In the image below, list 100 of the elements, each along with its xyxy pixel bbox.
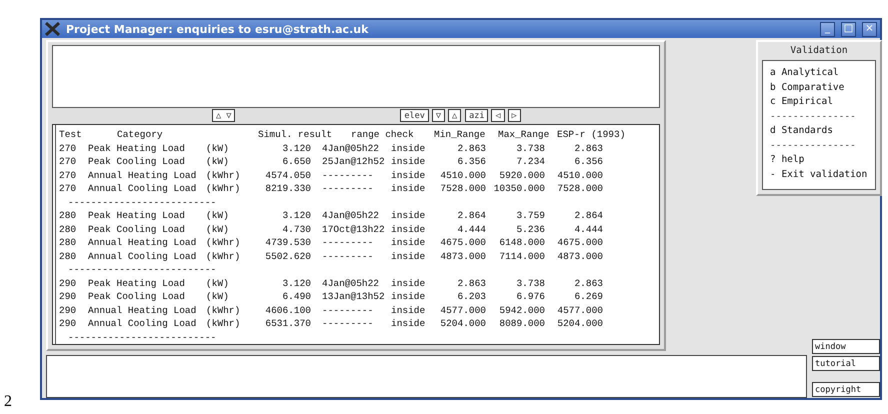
- window-button[interactable]: window: [812, 339, 880, 354]
- table-cell-text: 6.203: [456, 291, 486, 302]
- table-cell-text: 2.863: [573, 278, 603, 289]
- table-cell-text: 270: [59, 170, 78, 181]
- table-cell-text: Peak Cooling Load: [88, 224, 186, 235]
- table-cell-text: 5942.000: [498, 304, 545, 316]
- table-cell-text: Annual Heating Load: [88, 170, 198, 181]
- table-cell-text: 270: [59, 156, 78, 168]
- table-cell-text: Annual Cooling Load: [88, 183, 198, 194]
- table-cell-text: 4739.530: [264, 237, 311, 248]
- table-cell-text: inside: [391, 210, 426, 222]
- table-cell-text: (kWhr): [206, 304, 242, 316]
- menu-item[interactable]: ? help: [770, 153, 875, 168]
- view-button[interactable]: elev: [400, 109, 429, 122]
- menu-item[interactable]: a Analytical: [770, 66, 875, 80]
- table-cell-text: 5204.000: [556, 318, 603, 330]
- table-cell-text: 4873.000: [439, 250, 486, 262]
- table-cell-text: 280: [59, 210, 78, 222]
- scrollbar[interactable]: [53, 125, 56, 344]
- table-cell-text: 6148.000: [498, 237, 545, 248]
- view-button[interactable]: △: [448, 109, 462, 122]
- table-cell-text: 2.864: [456, 210, 486, 222]
- text-input-field[interactable]: [46, 355, 807, 398]
- table-cell-text: ---------: [321, 304, 374, 316]
- table-cell-text: ---------: [321, 170, 374, 181]
- table-cell-text: Peak Heating Load: [88, 210, 186, 222]
- table-cell-text: 4Jan@05h22: [321, 278, 380, 289]
- table-cell-text: 4510.000: [439, 170, 486, 181]
- copyright-button[interactable]: copyright: [812, 382, 880, 397]
- tutorial-button[interactable]: tutorial: [812, 356, 880, 371]
- table-cell-text: (kW): [206, 210, 230, 222]
- table-cell-text: inside: [391, 224, 426, 235]
- table-cell-text: 6.976: [515, 291, 545, 302]
- table-cell-text: (kW): [206, 278, 230, 289]
- table-cell-text: Peak Cooling Load: [88, 291, 186, 302]
- table-cell-text: ---------: [321, 250, 374, 262]
- view-button[interactable]: ▷: [508, 109, 521, 122]
- table-cell-text: inside: [391, 304, 426, 316]
- table-cell-text: 4.730: [281, 224, 311, 235]
- dashed-separator: --------------------------: [67, 196, 218, 208]
- table-cell-text: 4873.000: [556, 250, 603, 262]
- table-cell-text: 4.444: [573, 224, 603, 235]
- table-cell-text: 7.234: [515, 156, 545, 168]
- table-cell-text: 5204.000: [439, 318, 486, 330]
- table-cell-text: 3.120: [281, 278, 311, 289]
- dashed-separator: --------------------------: [67, 264, 218, 276]
- table-cell-text: 5502.620: [264, 250, 311, 262]
- table-cell-text: 6.269: [573, 291, 603, 302]
- view-button[interactable]: ▽: [432, 109, 445, 122]
- table-cell-text: 3.120: [281, 210, 311, 222]
- table-cell-text: Annual Heating Load: [88, 237, 198, 248]
- table-cell-text: inside: [391, 142, 426, 154]
- table-cell-text: inside: [391, 250, 426, 262]
- table-cell-text: 290: [59, 318, 78, 330]
- table-cell-text: 6531.370: [264, 318, 311, 330]
- table-cell-text: 7528.000: [556, 183, 603, 194]
- table-cell-text: 280: [59, 224, 78, 235]
- table-cell-text: inside: [391, 237, 426, 248]
- menu-item[interactable]: d Standards: [770, 124, 875, 138]
- table-cell-text: 290: [59, 278, 78, 289]
- dashed-separator: --------------------------: [67, 332, 218, 343]
- table-cell-text: 4Jan@05h22: [321, 142, 380, 154]
- menu-separator: ---------------: [770, 110, 857, 124]
- table-cell-text: (kWhr): [206, 250, 242, 262]
- table-cell-text: 2.863: [456, 142, 486, 154]
- column-header: range check: [351, 129, 415, 140]
- scroll-button[interactable]: △ ▽: [212, 109, 236, 122]
- table-cell-text: (kW): [206, 224, 230, 235]
- table-cell-text: inside: [391, 183, 426, 194]
- menu-item[interactable]: c Empirical: [770, 95, 875, 110]
- table-cell-text: Annual Heating Load: [88, 304, 198, 316]
- table-cell-text: Peak Cooling Load: [88, 156, 186, 168]
- table-cell-text: (kW): [206, 142, 230, 154]
- table-cell-text: 7114.000: [498, 250, 545, 262]
- menu-item[interactable]: b Comparative: [770, 80, 875, 95]
- table-cell-text: 290: [59, 291, 78, 302]
- table-cell-text: 17Oct@13h22: [321, 224, 386, 235]
- view-button[interactable]: ◁: [491, 109, 505, 122]
- table-cell-text: 4510.000: [556, 170, 603, 181]
- table-cell-text: (kWhr): [206, 170, 242, 181]
- column-header: Min_Range: [434, 129, 486, 140]
- table-cell-text: 3.738: [515, 278, 545, 289]
- table-cell-text: 4577.000: [556, 304, 603, 316]
- table-cell-text: 4.444: [456, 224, 486, 235]
- window-title: Project Manager: enquiries to esru@strath.ac.uk: [66, 22, 370, 36]
- table-cell-text: (kW): [206, 156, 230, 168]
- table-cell-text: inside: [391, 318, 426, 330]
- table-cell-text: 280: [59, 237, 78, 248]
- table-cell-text: 4606.100: [264, 304, 311, 316]
- table-cell-text: 3.120: [281, 142, 311, 154]
- table-cell-text: 8089.000: [498, 318, 545, 330]
- table-cell-text: ---------: [321, 237, 374, 248]
- view-button[interactable]: azi: [465, 109, 488, 122]
- table-cell-text: 3.738: [515, 142, 545, 154]
- table-cell-text: 280: [59, 250, 78, 262]
- table-cell-text: 7528.000: [439, 183, 486, 194]
- table-cell-text: (kWhr): [206, 237, 242, 248]
- menu-item[interactable]: - Exit validation: [770, 168, 875, 182]
- table-cell-text: inside: [391, 278, 426, 289]
- table-cell-text: ---------: [321, 183, 374, 194]
